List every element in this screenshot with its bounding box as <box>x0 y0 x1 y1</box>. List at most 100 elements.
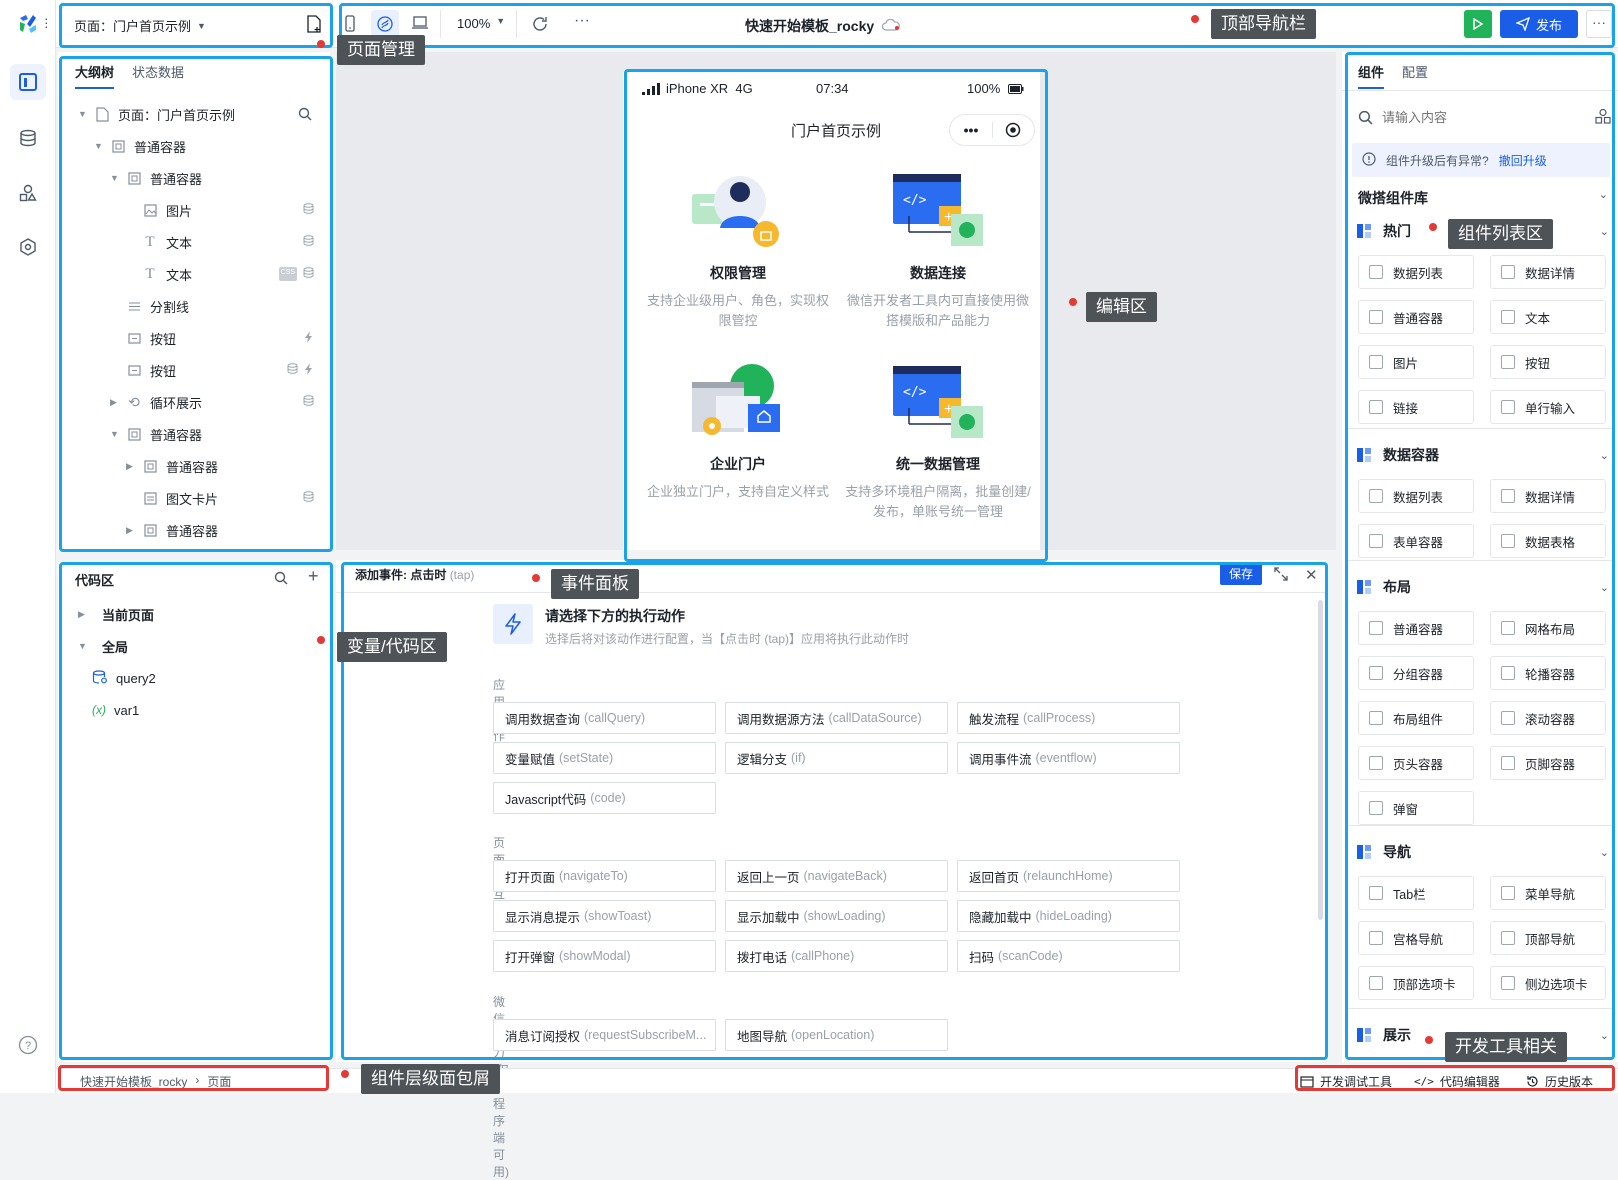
action-button[interactable]: 显示消息提示 (showToast) <box>493 900 716 932</box>
component-item[interactable]: 数据详情 <box>1490 255 1606 289</box>
devtools-button[interactable]: 开发调试工具 <box>1300 1073 1392 1090</box>
add-icon[interactable]: + <box>308 566 319 587</box>
breadcrumb-item[interactable]: 页面 <box>207 1073 231 1090</box>
feature-card[interactable]: 权限管理 支持企业级用户、角色，实现权限管控 <box>643 257 833 331</box>
more-actions-button[interactable]: ··· <box>1586 10 1612 38</box>
miniprogram-capsule[interactable]: ••• <box>949 114 1035 146</box>
tree-node[interactable]: T 文本 <box>126 226 314 258</box>
tree-node[interactable]: 按钮 <box>110 322 314 354</box>
code-item-var1[interactable]: (x) var1 <box>92 694 139 726</box>
expand-closed-icon[interactable]: ▶ <box>126 525 136 536</box>
tree-node[interactable]: ▶ ⟲ 循环展示 <box>110 386 314 418</box>
component-item[interactable]: 页头容器 <box>1358 746 1474 780</box>
expand-closed-icon[interactable]: ▶ <box>110 397 120 408</box>
expand-open-icon[interactable]: ▼ <box>78 109 88 119</box>
code-item-query2[interactable]: query2 <box>92 662 156 694</box>
action-button[interactable]: 调用事件流 (eventflow) <box>957 742 1180 774</box>
publish-button[interactable]: 发布 <box>1500 10 1578 38</box>
run-button[interactable] <box>1464 10 1492 38</box>
tree-node[interactable]: 分割线 <box>110 290 314 322</box>
component-search-input[interactable] <box>1382 104 1582 130</box>
feature-card[interactable]: 企业门户 企业独立门户，支持自定义样式 <box>643 448 833 502</box>
action-button[interactable]: 拨打电话 (callPhone) <box>725 940 948 972</box>
close-icon[interactable]: ✕ <box>1305 566 1318 584</box>
database-icon[interactable] <box>10 120 46 156</box>
tree-node[interactable]: 按钮 <box>110 354 314 386</box>
history-button[interactable]: 历史版本 <box>1526 1073 1593 1090</box>
feature-card[interactable]: 数据连接 微信开发者工具内可直接使用微搭模版和产品能力 <box>841 257 1035 331</box>
outline-nav-icon[interactable] <box>10 64 46 100</box>
component-item[interactable]: 滚动容器 <box>1490 701 1606 735</box>
component-item[interactable]: 数据表格 <box>1490 524 1606 558</box>
rollback-upgrade-link[interactable]: 撤回升级 <box>1499 152 1547 169</box>
component-item[interactable]: 侧边选项卡 <box>1490 966 1606 1000</box>
search-icon[interactable] <box>274 571 288 588</box>
expand-icon[interactable] <box>1274 567 1288 584</box>
action-button[interactable]: 返回首页 (relaunchHome) <box>957 860 1180 892</box>
component-market-icon[interactable] <box>1595 108 1611 127</box>
tab-config[interactable]: 配置 <box>1402 62 1428 89</box>
scrollbar[interactable] <box>1318 600 1323 920</box>
save-button[interactable]: 保存 <box>1220 563 1262 585</box>
tree-node[interactable]: 图文卡片 <box>126 482 314 514</box>
action-button[interactable]: 扫码 (scanCode) <box>957 940 1180 972</box>
component-item[interactable]: 链接 <box>1358 390 1474 424</box>
code-group-global[interactable]: ▼ 全局 <box>78 630 128 662</box>
page-selector[interactable]: 页面：门户首页示例 ▼ <box>74 16 206 35</box>
component-item[interactable]: 分组容器 <box>1358 656 1474 690</box>
component-item[interactable]: 数据列表 <box>1358 479 1474 513</box>
help-icon[interactable]: ? <box>10 1027 46 1063</box>
component-category[interactable]: 布局 ⌄ <box>1357 573 1609 601</box>
action-button[interactable]: Javascript代码 (code) <box>493 782 716 814</box>
code-editor-button[interactable]: </> 代码编辑器 <box>1414 1073 1500 1090</box>
more-dots-icon[interactable]: ••• <box>950 122 992 138</box>
component-item[interactable]: 轮播容器 <box>1490 656 1606 690</box>
component-item[interactable]: 布局组件 <box>1358 701 1474 735</box>
component-item[interactable]: Tab栏 <box>1358 876 1474 910</box>
mobile-view-icon[interactable] <box>343 14 357 37</box>
tab-components[interactable]: 组件 <box>1358 62 1385 89</box>
close-miniprogram-icon[interactable] <box>993 122 1034 138</box>
component-item[interactable]: 页脚容器 <box>1490 746 1606 780</box>
tree-node[interactable]: ▼ 页面：门户首页示例 <box>78 98 314 130</box>
expand-open-icon[interactable]: ▼ <box>110 173 120 183</box>
components-icon[interactable] <box>10 175 46 211</box>
component-item[interactable]: 按钮 <box>1490 345 1606 379</box>
component-item[interactable]: 文本 <box>1490 300 1606 334</box>
feature-card[interactable]: 统一数据管理 支持多环境租户隔离，批量创建/发布，单账号统一管理 <box>841 448 1035 522</box>
action-button[interactable]: 打开页面 (navigateTo) <box>493 860 716 892</box>
desktop-view-icon[interactable] <box>411 15 429 34</box>
action-button[interactable]: 显示加载中 (showLoading) <box>725 900 948 932</box>
action-button[interactable]: 消息订阅授权 (requestSubscribeM... <box>493 1019 716 1051</box>
action-button[interactable]: 调用数据源方法 (callDataSource) <box>725 702 948 734</box>
action-button[interactable]: 变量赋值 (setState) <box>493 742 716 774</box>
component-item[interactable]: 普通容器 <box>1358 611 1474 645</box>
miniprogram-view-icon[interactable] <box>371 10 399 38</box>
component-item[interactable]: 图片 <box>1358 345 1474 379</box>
breadcrumb-item[interactable]: 快速开始模板_rocky <box>80 1073 187 1090</box>
tree-node[interactable]: ▶ 普通容器 <box>126 514 314 546</box>
expand-open-icon[interactable]: ▼ <box>110 429 120 439</box>
settings-hex-icon[interactable] <box>10 229 46 265</box>
component-item[interactable]: 网格布局 <box>1490 611 1606 645</box>
component-item[interactable]: 数据详情 <box>1490 479 1606 513</box>
tab-outline-tree[interactable]: 大纲树 <box>75 62 115 89</box>
component-item[interactable]: 单行输入 <box>1490 390 1606 424</box>
component-item[interactable]: 弹窗 <box>1358 791 1474 825</box>
more-options-icon[interactable]: ··· <box>574 12 590 30</box>
refresh-icon[interactable] <box>531 15 549 36</box>
add-page-icon[interactable] <box>306 15 322 36</box>
tab-state-data[interactable]: 状态数据 <box>132 62 184 89</box>
component-item[interactable]: 数据列表 <box>1358 255 1474 289</box>
code-group-current-page[interactable]: ▶ 当前页面 <box>78 598 154 630</box>
component-item[interactable]: 菜单导航 <box>1490 876 1606 910</box>
expand-closed-icon[interactable]: ▶ <box>126 461 136 472</box>
expand-open-icon[interactable]: ▼ <box>94 141 104 151</box>
component-item[interactable]: 普通容器 <box>1358 300 1474 334</box>
tree-node[interactable]: T 文本 CSS <box>126 258 314 290</box>
tree-node[interactable]: ▼ 普通容器 <box>94 130 314 162</box>
zoom-selector[interactable]: 100% ▼ <box>457 16 505 31</box>
action-button[interactable]: 隐藏加载中 (hideLoading) <box>957 900 1180 932</box>
component-item[interactable]: 顶部导航 <box>1490 921 1606 955</box>
component-category[interactable]: 数据容器 ⌄ <box>1357 441 1609 469</box>
